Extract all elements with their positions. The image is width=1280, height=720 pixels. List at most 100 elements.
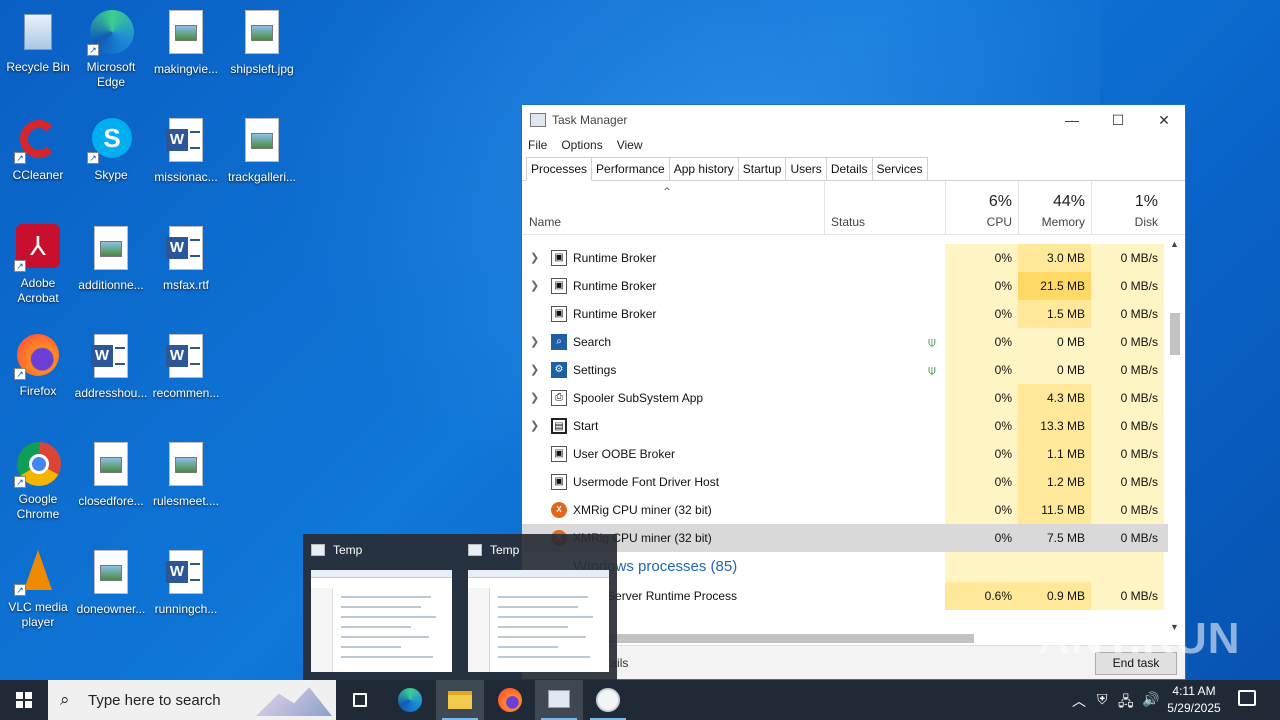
action-center-icon[interactable] bbox=[1238, 690, 1256, 706]
tab-startup[interactable]: Startup bbox=[737, 157, 787, 180]
show-hidden-icons-chevron-icon[interactable]: ︿ bbox=[1072, 691, 1086, 711]
anyrun-watermark: ANY.RUN bbox=[1038, 614, 1241, 663]
column-disk[interactable]: 1% Disk bbox=[1091, 181, 1164, 235]
desktop-icon-rulesmeet[interactable]: rulesmeet.... bbox=[148, 440, 224, 509]
taskbar-file-explorer-button[interactable] bbox=[436, 680, 484, 720]
process-name: Usermode Font Driver Host bbox=[573, 475, 720, 489]
image-file-icon bbox=[238, 10, 286, 58]
network-icon[interactable]: 🖧 bbox=[1118, 691, 1134, 715]
close-button[interactable]: ✕ bbox=[1141, 105, 1187, 135]
image-file-icon bbox=[162, 10, 210, 58]
table-row[interactable]: ❯ ⌕ Search ⍦ 0% 0 MB 0 MB/s bbox=[522, 328, 1168, 356]
taskbar-search-box[interactable]: ⌕ Type here to search bbox=[48, 680, 336, 720]
task-manager-icon bbox=[548, 690, 570, 708]
table-row[interactable]: ▣ Usermode Font Driver Host 0% 1.2 MB 0 … bbox=[522, 468, 1168, 496]
table-row[interactable]: ▣ Runtime Broker 0% 1.5 MB 0 MB/s bbox=[522, 300, 1168, 328]
volume-icon[interactable]: 🔊 bbox=[1142, 691, 1159, 708]
disk-label: Disk bbox=[1134, 215, 1158, 229]
column-cpu[interactable]: 6% CPU bbox=[945, 181, 1018, 235]
table-row[interactable]: ❯ ▣ Runtime Broker 0% 21.5 MB 0 MB/s bbox=[522, 272, 1168, 300]
acrobat-icon: ⅄ ↗ bbox=[14, 224, 62, 272]
desktop-icon-recycle-bin[interactable]: Recycle Bin bbox=[0, 8, 76, 75]
tab-app-history[interactable]: App history bbox=[668, 157, 739, 180]
cpu-label: CPU bbox=[986, 215, 1012, 229]
tab-services[interactable]: Services bbox=[871, 157, 928, 180]
desktop-icon-additionne[interactable]: additionne... bbox=[73, 224, 149, 293]
menu-options[interactable]: Options bbox=[561, 138, 602, 152]
thumbnail-temp-2[interactable]: Temp bbox=[460, 534, 617, 680]
windows-logo-icon bbox=[16, 692, 32, 708]
expand-chevron-icon[interactable]: ❯ bbox=[530, 251, 540, 264]
table-row[interactable]: ❯ ▣ Runtime Broker 0% 3.0 MB 0 MB/s bbox=[522, 244, 1168, 272]
table-row[interactable]: ❯ ⚙ Settings ⍦ 0% 0 MB 0 MB/s bbox=[522, 356, 1168, 384]
desktop-icon-firefox[interactable]: ↗ Firefox bbox=[0, 332, 76, 399]
task-view-button[interactable] bbox=[336, 680, 384, 720]
system-clock[interactable]: 4:11 AM 5/29/2025 bbox=[1158, 683, 1230, 717]
desktop-icon-skype[interactable]: S ↗ Skype bbox=[73, 116, 149, 183]
column-memory[interactable]: 44% Memory bbox=[1018, 181, 1091, 235]
group-header-windows-processes[interactable]: Windows processes (85) bbox=[522, 552, 1168, 582]
desktop-icon-recommen[interactable]: W recommen... bbox=[148, 332, 224, 401]
desktop-icon-vlc[interactable]: ↗ VLC media player bbox=[0, 548, 76, 630]
thumbnail-title: Temp bbox=[490, 543, 520, 557]
thumbnail-preview bbox=[311, 570, 452, 672]
vertical-scrollbar[interactable]: ▲ ▼ bbox=[1168, 239, 1182, 632]
minimize-button[interactable]: — bbox=[1049, 105, 1095, 135]
taskbar-clock-app-button[interactable] bbox=[584, 680, 632, 720]
desktop-icon-addresshou[interactable]: W addresshou... bbox=[73, 332, 149, 401]
desktop-icon-missionac[interactable]: W missionac... bbox=[148, 116, 224, 185]
start-button[interactable] bbox=[0, 680, 48, 720]
taskbar-firefox-button[interactable] bbox=[486, 680, 534, 720]
column-status[interactable]: Status bbox=[824, 181, 945, 235]
expand-chevron-icon[interactable]: ❯ bbox=[530, 419, 540, 432]
scroll-thumb[interactable] bbox=[1170, 313, 1180, 355]
taskbar-task-manager-button[interactable] bbox=[535, 680, 583, 720]
table-row[interactable]: ❯ ▤ Start 0% 13.3 MB 0 MB/s bbox=[522, 412, 1168, 440]
table-row[interactable]: ▣ Client Server Runtime Process 0.6% 0.9… bbox=[522, 582, 1168, 610]
table-row[interactable]: X XMRig CPU miner (32 bit) 0% 11.5 MB 0 … bbox=[522, 496, 1168, 524]
disk-value: 0 MB/s bbox=[1091, 328, 1164, 356]
expand-chevron-icon[interactable]: ❯ bbox=[530, 335, 540, 348]
tab-users[interactable]: Users bbox=[785, 157, 827, 180]
icon-label: Recycle Bin bbox=[6, 60, 70, 74]
thumbnail-title: Temp bbox=[333, 543, 363, 557]
column-name[interactable]: Name bbox=[529, 215, 561, 229]
desktop-icon-shipsleft[interactable]: shipsleft.jpg bbox=[224, 8, 300, 77]
disk-value: 0 MB/s bbox=[1091, 384, 1164, 412]
scroll-up-icon[interactable]: ▲ bbox=[1170, 239, 1179, 249]
explorer-window-icon bbox=[311, 544, 325, 556]
tab-details[interactable]: Details bbox=[825, 157, 873, 180]
expand-chevron-icon[interactable]: ❯ bbox=[530, 363, 540, 376]
tab-processes[interactable]: Processes bbox=[526, 157, 593, 181]
table-row[interactable]: ❯ ⎙ Spooler SubSystem App 0% 4.3 MB 0 MB… bbox=[522, 384, 1168, 412]
desktop-icon-microsoft-edge[interactable]: ↗ Microsoft Edge bbox=[73, 8, 149, 90]
menu-view[interactable]: View bbox=[617, 138, 643, 152]
expand-chevron-icon[interactable]: ❯ bbox=[530, 279, 540, 292]
desktop-icon-closedfore[interactable]: closedfore... bbox=[73, 440, 149, 509]
icon-label: doneowner... bbox=[76, 602, 146, 616]
disk-value: 0 MB/s bbox=[1091, 356, 1164, 384]
suspended-leaf-icon: ⍦ bbox=[928, 362, 936, 377]
image-file-icon bbox=[87, 226, 135, 274]
desktop-icon-doneowner[interactable]: doneowner... bbox=[73, 548, 149, 617]
thumbnail-temp-1[interactable]: Temp bbox=[303, 534, 460, 680]
tab-performance[interactable]: Performance bbox=[591, 157, 670, 180]
desktop-icon-makingvie[interactable]: makingvie... bbox=[148, 8, 224, 77]
desktop-icon-runningch[interactable]: W runningch... bbox=[148, 548, 224, 617]
table-row-selected[interactable]: X XMRig CPU miner (32 bit) 0% 7.5 MB 0 M… bbox=[522, 524, 1168, 552]
security-shield-icon[interactable]: ⛨ bbox=[1097, 691, 1108, 708]
desktop-icon-msfax[interactable]: W msfax.rtf bbox=[148, 224, 224, 293]
menu-file[interactable]: File bbox=[528, 138, 547, 152]
desktop-icon-trackgalleri[interactable]: trackgalleri... bbox=[224, 116, 300, 185]
maximize-button[interactable]: ☐ bbox=[1095, 105, 1141, 135]
desktop-icon-ccleaner[interactable]: ↗ CCleaner bbox=[0, 116, 76, 183]
image-file-icon bbox=[87, 550, 135, 598]
taskbar-edge-button[interactable] bbox=[386, 680, 434, 720]
desktop-icon-adobe-acrobat[interactable]: ⅄ ↗ Adobe Acrobat bbox=[0, 224, 76, 306]
printer-icon: ⎙ bbox=[551, 390, 567, 406]
table-row[interactable]: ▣ User OOBE Broker 0% 1.1 MB 0 MB/s bbox=[522, 440, 1168, 468]
expand-chevron-icon[interactable]: ❯ bbox=[530, 391, 540, 404]
title-bar[interactable]: Task Manager — ☐ ✕ bbox=[522, 105, 1185, 135]
desktop-icon-google-chrome[interactable]: ↗ Google Chrome bbox=[0, 440, 76, 522]
cpu-value: 0% bbox=[945, 384, 1018, 412]
